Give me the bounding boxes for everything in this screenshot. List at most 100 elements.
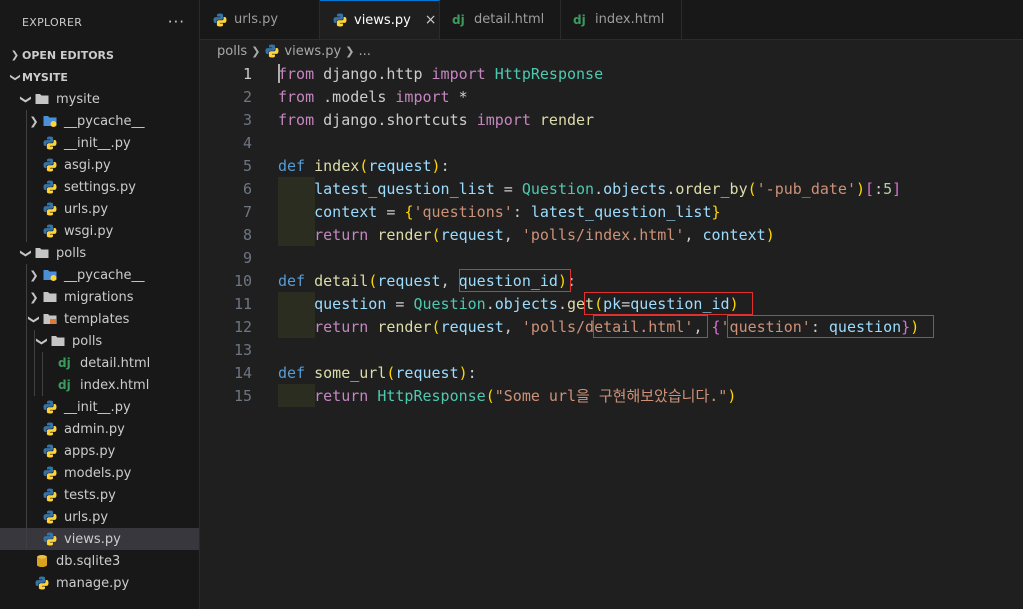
tree-item-label: settings.py — [64, 179, 136, 195]
code-token: latest_question_list — [314, 179, 495, 198]
tree-item[interactable]: settings.py — [0, 176, 199, 198]
python-file-icon — [42, 201, 58, 217]
tree-item-label: polls — [56, 245, 87, 261]
chevron-down-icon: ❯ — [35, 336, 49, 346]
code-token: request — [368, 156, 432, 175]
tree-item[interactable]: db.sqlite3 — [0, 550, 199, 572]
editor-tab[interactable]: dj index.html — [561, 0, 682, 39]
open-editors-section[interactable]: ❯ OPEN EDITORS — [0, 44, 199, 66]
tree-item[interactable]: urls.py — [0, 506, 199, 528]
tree-item-label: migrations — [64, 289, 134, 305]
breadcrumb: polls ❯ views.py ❯ ... — [200, 40, 1023, 62]
code-line: 14 def some_url(request): — [200, 361, 1023, 384]
django-template-icon: dj — [58, 356, 71, 370]
tree-item-label: __init__.py — [64, 135, 131, 151]
code-token: import — [431, 64, 486, 83]
tree-item[interactable]: ❯ templates — [0, 308, 199, 330]
tree-item[interactable]: models.py — [0, 462, 199, 484]
python-file-icon — [42, 135, 58, 151]
code-token: render — [377, 225, 432, 244]
breadcrumb-folder[interactable]: polls — [217, 44, 247, 59]
explorer-title: EXPLORER — [22, 15, 83, 29]
tree-item[interactable]: admin.py — [0, 418, 199, 440]
code-token: ( — [431, 317, 441, 336]
tree-item[interactable]: wsgi.py — [0, 220, 199, 242]
breadcrumb-symbol[interactable]: ... — [358, 44, 370, 59]
more-actions-icon[interactable]: ··· — [168, 13, 185, 31]
indent-guide — [42, 374, 43, 396]
tree-item[interactable]: asgi.py — [0, 154, 199, 176]
tree-item[interactable]: dj detail.html — [0, 352, 199, 374]
tree-item[interactable]: ❯ polls — [0, 330, 199, 352]
tree-item[interactable]: dj index.html — [0, 374, 199, 396]
tree-item[interactable]: ❯ __pycache__ — [0, 110, 199, 132]
indent-guide — [26, 330, 27, 352]
line-number: 9 — [242, 248, 252, 267]
code-text: from django.shortcuts import render — [278, 111, 594, 129]
tree-item[interactable]: tests.py — [0, 484, 199, 506]
code-line: 1 from django.http import HttpResponse — [200, 62, 1023, 85]
tree-item[interactable]: __init__.py — [0, 396, 199, 418]
editor-tab[interactable]: views.py × — [320, 0, 440, 39]
chevron-right-icon: ❯ — [29, 114, 39, 128]
tree-item[interactable]: apps.py — [0, 440, 199, 462]
code-token: latest_question_list — [530, 202, 712, 221]
tree-item-label: index.html — [80, 377, 150, 393]
tree-item[interactable]: ❯ polls — [0, 242, 199, 264]
line-number: 5 — [242, 156, 252, 175]
python-file-icon — [264, 43, 280, 59]
editor-tab[interactable]: urls.py — [200, 0, 320, 39]
code-token: from — [278, 87, 315, 106]
code-token: def — [278, 363, 306, 382]
tree-item[interactable]: views.py — [0, 528, 199, 550]
code-token: order_by — [675, 179, 748, 198]
code-token: Question — [413, 294, 486, 313]
workspace-section[interactable]: ❯ MYSITE — [0, 66, 199, 88]
indent-guide — [26, 264, 27, 286]
code-token: } — [711, 202, 721, 221]
indent-guide — [26, 286, 27, 308]
code-line: 11 question = Question.objects.get(pk=qu… — [200, 292, 1023, 315]
pycache-folder-icon — [42, 267, 58, 283]
code-token: : — [512, 202, 531, 221]
tree-item-label: __pycache__ — [64, 267, 145, 283]
code-line: 10 def detail(request, question_id): — [200, 269, 1023, 292]
python-file-icon — [42, 399, 58, 415]
code-token: ) — [431, 156, 441, 175]
code-view[interactable]: 1 from django.http import HttpResponse 2 fr… — [200, 62, 1023, 407]
tree-item[interactable]: ❯ mysite — [0, 88, 199, 110]
code-token: = — [494, 179, 522, 198]
tree-item[interactable]: manage.py — [0, 572, 199, 594]
code-line: 8 return render(request, 'polls/index.ht… — [200, 223, 1023, 246]
chevron-down-icon: ❯ — [27, 314, 41, 324]
tree-item[interactable]: ❯ migrations — [0, 286, 199, 308]
tree-item-label: __pycache__ — [64, 113, 145, 129]
code-token: ( — [485, 387, 495, 405]
code-token: . — [485, 294, 495, 313]
python-file-icon — [42, 179, 58, 195]
explorer-header: EXPLORER ··· — [0, 0, 199, 44]
code-token: request — [440, 225, 504, 244]
pycache-folder-icon — [42, 113, 58, 129]
code-token: def — [278, 271, 306, 290]
explorer-sidebar: EXPLORER ··· ❯ OPEN EDITORS ❯ MYSITE ❯ my… — [0, 0, 200, 609]
editor-tab[interactable]: dj detail.html — [440, 0, 561, 39]
code-token: { — [711, 317, 721, 336]
tree-item[interactable]: urls.py — [0, 198, 199, 220]
indent-guide — [26, 176, 27, 198]
close-tab-icon[interactable]: × — [425, 12, 437, 28]
tree-item-label: urls.py — [64, 201, 109, 217]
breadcrumb-separator-icon: ❯ — [345, 44, 355, 58]
highlight-box — [584, 292, 753, 315]
code-token: '-pub_date' — [756, 179, 856, 198]
indent-guide — [26, 352, 27, 374]
code-line: 5 def index(request): — [200, 154, 1023, 177]
tree-item[interactable]: __init__.py — [0, 132, 199, 154]
tree-item[interactable]: ❯ __pycache__ — [0, 264, 199, 286]
breadcrumb-file[interactable]: views.py — [284, 44, 341, 59]
